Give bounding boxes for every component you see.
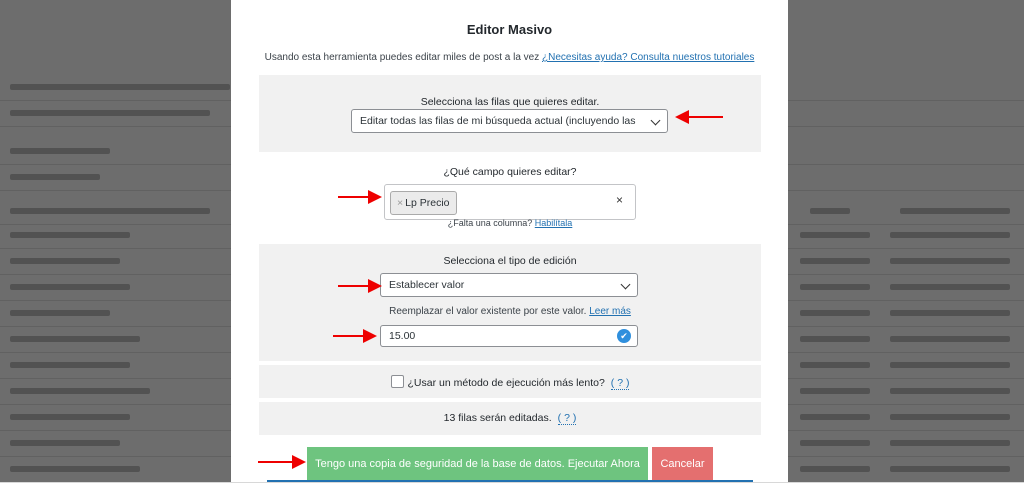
remove-tag-icon[interactable]: × <box>397 197 403 209</box>
field-section: ¿Qué campo quieres editar? × Lp Precio × … <box>259 152 761 240</box>
value-input-text: 15.00 <box>389 330 416 342</box>
annotation-arrow-icon <box>338 279 382 293</box>
slow-method-row: ¿Usar un método de ejecución más lento? (… <box>259 375 761 390</box>
field-label: ¿Qué campo quieres editar? <box>443 166 577 178</box>
help-tutorials-link[interactable]: ¿Necesitas ayuda? Consulta nuestros tuto… <box>542 52 754 63</box>
bulk-editor-modal: Editor Masivo Usando esta herramienta pu… <box>231 0 788 482</box>
enable-column-link[interactable]: Habilítala <box>535 218 573 228</box>
field-multiselect[interactable]: × Lp Precio × <box>384 184 636 220</box>
annotation-arrow-icon <box>675 110 723 124</box>
summary-text: 13 filas serán editadas. <box>443 412 552 424</box>
slow-method-section: ¿Usar un método de ejecución más lento? (… <box>259 365 761 398</box>
checkmark-icon: ✔ <box>617 329 631 343</box>
slow-method-help-link[interactable]: ( ? ) <box>610 377 630 390</box>
run-now-button[interactable]: Tengo una copia de seguridad de la base … <box>307 447 648 482</box>
missing-column-text: ¿Falta una columna? <box>447 218 533 228</box>
clear-icon[interactable]: × <box>616 193 623 207</box>
summary-help-link[interactable]: ( ? ) <box>557 412 577 425</box>
edit-type-hint-text: Reemplazar el valor existente por este v… <box>389 306 587 317</box>
rows-label: Selecciona las filas que quieres editar. <box>420 96 600 108</box>
cancel-button[interactable]: Cancelar <box>652 447 713 482</box>
value-input[interactable]: 15.00 ✔ <box>380 325 638 347</box>
summary-row: 13 filas serán editadas. ( ? ) <box>259 412 761 425</box>
edit-type-hint: Reemplazar el valor existente por este v… <box>259 306 761 317</box>
chevron-down-icon <box>650 115 661 126</box>
field-tag-label: Lp Precio <box>405 197 450 209</box>
summary-section: 13 filas serán editadas. ( ? ) <box>259 402 761 435</box>
edit-type-select-value: Establecer valor <box>389 279 465 291</box>
annotation-arrow-icon <box>258 455 306 469</box>
rows-select[interactable]: Editar todas las filas de mi búsqueda ac… <box>351 109 668 133</box>
annotation-arrow-icon <box>338 190 382 204</box>
intro-text: Usando esta herramienta puedes editar mi… <box>264 52 540 63</box>
slow-method-label[interactable]: ¿Usar un método de ejecución más lento? <box>408 377 605 389</box>
edit-type-section: Selecciona el tipo de edición Establecer… <box>259 244 761 361</box>
annotation-arrow-icon <box>333 329 377 343</box>
edit-type-select[interactable]: Establecer valor <box>380 273 638 297</box>
modal-intro: Usando esta herramienta puedes editar mi… <box>231 52 788 63</box>
missing-column-hint: ¿Falta una columna? Habilítala <box>259 218 761 228</box>
chevron-down-icon <box>620 279 631 290</box>
modal-title: Editor Masivo <box>466 22 553 37</box>
slow-method-checkbox[interactable] <box>390 375 404 388</box>
field-tag: × Lp Precio <box>390 191 457 215</box>
rows-select-value: Editar todas las filas de mi búsqueda ac… <box>360 115 636 127</box>
read-more-link[interactable]: Leer más <box>589 306 631 317</box>
edit-type-label: Selecciona el tipo de edición <box>443 255 577 267</box>
